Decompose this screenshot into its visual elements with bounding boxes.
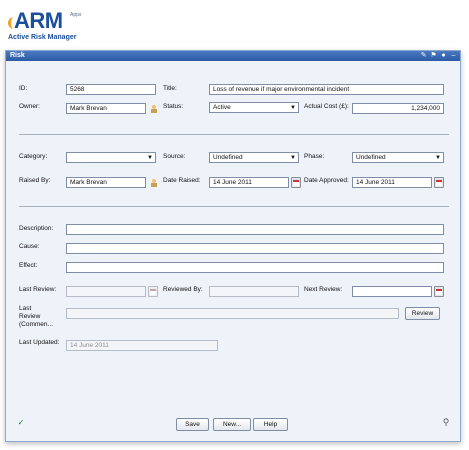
effect-label: Effect: bbox=[19, 262, 38, 269]
cause-label: Cause: bbox=[19, 243, 40, 250]
last-updated-field: 14 June 2011 bbox=[66, 340, 218, 351]
source-value: Undefined bbox=[213, 154, 243, 161]
person-picker-icon[interactable] bbox=[149, 103, 159, 114]
risk-window: Risk ✎ ⚑ ● – ID: 5268 Title: Loss of rev… bbox=[5, 50, 461, 442]
person-picker-icon[interactable] bbox=[149, 177, 159, 188]
raised-by-field[interactable]: Mark Brevan bbox=[66, 177, 146, 188]
last-review-label: Last Review: bbox=[19, 286, 57, 293]
chevron-down-icon: ▼ bbox=[435, 155, 441, 161]
last-review-comments-label-3: (Commen... bbox=[19, 321, 53, 328]
source-label: Source: bbox=[163, 153, 186, 160]
category-label: Category: bbox=[19, 153, 48, 160]
reviewed-by-field bbox=[209, 286, 299, 297]
logo-brand: ARM bbox=[14, 8, 63, 33]
calendar-icon[interactable] bbox=[434, 286, 444, 297]
logo-subtitle: Active Risk Manager bbox=[8, 34, 77, 41]
chevron-down-icon: ▼ bbox=[290, 105, 296, 111]
description-field[interactable] bbox=[66, 224, 444, 235]
chevron-down-icon: ▼ bbox=[147, 155, 153, 161]
next-review-label: Next Review: bbox=[304, 286, 343, 293]
last-review-field bbox=[66, 286, 146, 297]
source-select[interactable]: Undefined ▼ bbox=[209, 152, 299, 163]
raised-by-label: Raised By: bbox=[19, 177, 51, 184]
window-titlebar: Risk ✎ ⚑ ● – bbox=[6, 51, 460, 61]
paperclip-icon[interactable]: ⚲ bbox=[441, 417, 451, 428]
date-approved-label: Date Approved: bbox=[304, 177, 349, 184]
window-title: Risk bbox=[10, 52, 25, 59]
calendar-icon bbox=[148, 286, 158, 297]
reviewed-by-label: Reviewed By: bbox=[163, 286, 203, 293]
save-button[interactable]: Save bbox=[176, 418, 209, 431]
title-label: Title: bbox=[163, 85, 177, 92]
next-review-field[interactable] bbox=[352, 286, 432, 297]
last-updated-label: Last Updated: bbox=[19, 339, 60, 346]
date-approved-field[interactable]: 14 June 2011 bbox=[352, 177, 432, 188]
last-review-comments-label-2: Review bbox=[19, 313, 41, 320]
status-value: Active bbox=[213, 104, 231, 111]
status-select[interactable]: Active ▼ bbox=[209, 102, 299, 113]
phase-label: Phase: bbox=[304, 153, 325, 160]
flag-icon[interactable]: ⚑ bbox=[430, 52, 437, 59]
id-label: ID: bbox=[19, 85, 28, 92]
status-label: Status: bbox=[163, 103, 184, 110]
id-field[interactable]: 5268 bbox=[66, 84, 156, 95]
owner-label: Owner: bbox=[19, 103, 40, 110]
title-field[interactable]: Loss of revenue if major environmental i… bbox=[209, 84, 444, 95]
last-review-comments-field bbox=[66, 308, 399, 319]
arm-logo: ARM Apps Active Risk Manager bbox=[8, 8, 128, 44]
owner-field[interactable]: Mark Brevan bbox=[66, 103, 146, 114]
chevron-down-icon: ▼ bbox=[290, 155, 296, 161]
pin-icon[interactable]: ✎ bbox=[420, 52, 427, 59]
minimize-icon[interactable]: – bbox=[450, 52, 457, 59]
new-button[interactable]: New... bbox=[213, 418, 251, 431]
lock-icon[interactable]: ● bbox=[440, 52, 447, 59]
calendar-icon[interactable] bbox=[434, 177, 444, 188]
description-label: Description: bbox=[19, 225, 54, 232]
phase-select[interactable]: Undefined ▼ bbox=[352, 152, 444, 163]
window-controls: ✎ ⚑ ● – bbox=[420, 52, 457, 60]
last-review-comments-label-1: Last bbox=[19, 305, 32, 312]
calendar-icon[interactable] bbox=[291, 177, 301, 188]
actual-cost-label: Actual Cost (£): bbox=[304, 103, 349, 110]
date-raised-label: Date Raised: bbox=[163, 177, 201, 184]
effect-field[interactable] bbox=[66, 262, 444, 273]
date-raised-field[interactable]: 14 June 2011 bbox=[209, 177, 289, 188]
logo-apps-label: Apps bbox=[70, 12, 82, 18]
review-button[interactable]: Review bbox=[405, 307, 440, 320]
help-button[interactable]: Help bbox=[253, 418, 288, 431]
cause-field[interactable] bbox=[66, 243, 444, 254]
spellcheck-icon[interactable]: ✓ bbox=[16, 417, 26, 428]
category-select[interactable]: ▼ bbox=[66, 152, 156, 163]
section-divider bbox=[19, 134, 449, 135]
section-divider bbox=[19, 206, 449, 207]
phase-value: Undefined bbox=[356, 154, 386, 161]
actual-cost-field[interactable]: 1,234,000 bbox=[352, 103, 444, 114]
